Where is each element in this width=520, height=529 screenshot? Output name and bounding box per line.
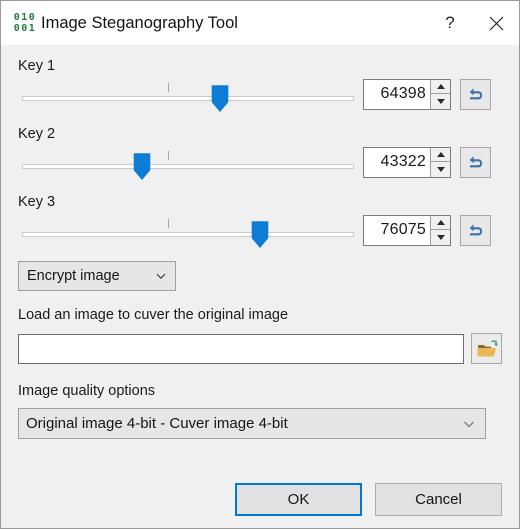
question-mark-icon: ? [445, 13, 455, 32]
undo-arrow-icon [466, 221, 485, 240]
help-button[interactable]: ? [427, 1, 473, 45]
title-bar-buttons: ? [427, 1, 519, 45]
key-1-spin-buttons [430, 79, 450, 109]
key-2-spin-down[interactable] [431, 162, 450, 177]
key-3-spin-buttons [430, 215, 450, 245]
key-1-spin-down[interactable] [431, 94, 450, 109]
window-title: Image Steganography Tool [41, 13, 238, 32]
arrow-down-icon [436, 98, 445, 104]
key-1-value[interactable]: 64398 [364, 80, 430, 109]
chevron-down-icon [462, 417, 476, 431]
key-2-slider[interactable] [18, 143, 354, 181]
key-3-row: 76075 [18, 211, 502, 249]
dialog-footer: OK Cancel [235, 483, 502, 516]
key-1-label: Key 1 [18, 58, 56, 74]
load-image-label: Load an image to cuver the original imag… [18, 307, 289, 323]
mode-select-wrap: Encrypt image [18, 261, 502, 291]
key-1-spinbox[interactable]: 64398 [363, 78, 451, 110]
binary-logo-icon: 010 001 [12, 11, 38, 35]
key-1-slider-track[interactable] [22, 96, 354, 101]
key-3-reset-button[interactable] [460, 214, 491, 246]
arrow-up-icon [436, 219, 445, 225]
key-2-value[interactable]: 43322 [364, 148, 430, 177]
logo-bits-row-2: 001 [13, 23, 37, 34]
image-quality-label: Image quality options [18, 383, 156, 399]
key-2-spin-up[interactable] [431, 147, 450, 162]
key-3-slider-tick [167, 219, 169, 228]
browse-image-button[interactable] [471, 333, 502, 364]
key-2-slider-track[interactable] [22, 164, 354, 169]
key-3-slider[interactable] [18, 211, 354, 249]
key-1-spin-up[interactable] [431, 79, 450, 94]
image-path-input[interactable] [18, 333, 464, 364]
image-quality-value: Original image 4-bit - Cuver image 4-bit [26, 415, 288, 432]
key-1-row: 64398 [18, 75, 502, 113]
key-2-reset-button[interactable] [460, 146, 491, 178]
key-2-slider-handle[interactable] [134, 153, 151, 180]
chevron-down-icon [155, 270, 167, 282]
key-3-spin-down[interactable] [431, 230, 450, 245]
cancel-button[interactable]: Cancel [375, 483, 502, 516]
mode-select[interactable]: Encrypt image [18, 261, 176, 291]
arrow-down-icon [436, 166, 445, 172]
title-bar: 010 001 Image Steganography Tool ? [1, 1, 519, 45]
key-2-slider-tick [167, 151, 169, 160]
logo-bits-row-1: 010 [13, 12, 37, 23]
key-2-label: Key 2 [18, 126, 56, 142]
arrow-up-icon [436, 151, 445, 157]
close-icon [489, 16, 504, 31]
key-3-spin-up[interactable] [431, 215, 450, 230]
key-3-slider-handle[interactable] [251, 221, 269, 248]
key-2-spin-buttons [430, 147, 450, 177]
dialog-body: Key 1 64398 Key 2 43322 Key 3 76075 Encr… [1, 45, 519, 528]
key-1-slider-handle[interactable] [211, 85, 228, 112]
load-image-row [18, 333, 502, 364]
key-3-value[interactable]: 76075 [364, 216, 430, 245]
close-button[interactable] [473, 1, 519, 45]
key-3-spinbox[interactable]: 76075 [363, 214, 451, 246]
key-3-label: Key 3 [18, 194, 56, 210]
arrow-down-icon [436, 234, 445, 240]
undo-arrow-icon [466, 153, 485, 172]
key-2-row: 43322 [18, 143, 502, 181]
key-2-spinbox[interactable]: 43322 [363, 146, 451, 178]
image-quality-select[interactable]: Original image 4-bit - Cuver image 4-bit [18, 408, 486, 439]
key-1-reset-button[interactable] [460, 78, 491, 110]
key-1-slider[interactable] [18, 75, 354, 113]
app-window: 010 001 Image Steganography Tool ? Key 1 [0, 0, 520, 529]
key-3-slider-track[interactable] [22, 232, 354, 237]
key-1-slider-tick [167, 83, 169, 92]
mode-select-value: Encrypt image [27, 268, 120, 284]
undo-arrow-icon [466, 85, 485, 104]
open-folder-icon [476, 339, 498, 359]
ok-button[interactable]: OK [235, 483, 362, 516]
arrow-up-icon [436, 83, 445, 89]
image-quality-select-wrap: Original image 4-bit - Cuver image 4-bit [18, 408, 502, 439]
